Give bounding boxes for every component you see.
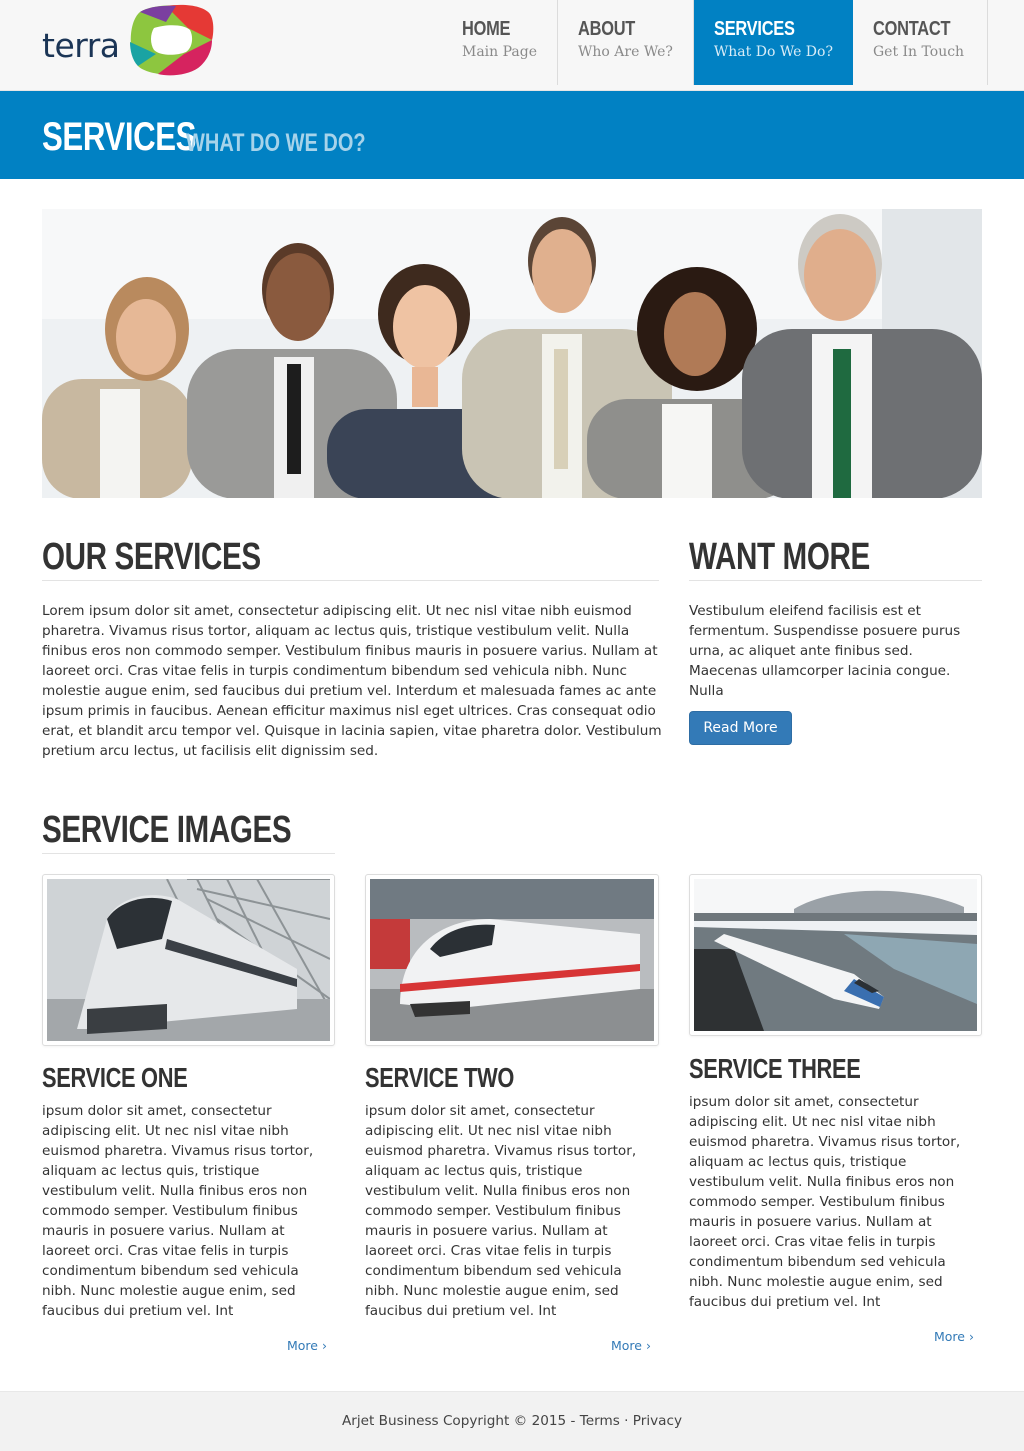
logo-mark-icon xyxy=(130,4,214,76)
nav-item-subtitle: What Do We Do? xyxy=(713,44,833,60)
page-subtitle: WHAT DO WE DO? xyxy=(186,129,366,157)
divider xyxy=(42,580,659,581)
service-three-image[interactable] xyxy=(689,874,982,1036)
nav-item-home[interactable]: Home Main Page xyxy=(442,0,559,85)
brand-name: terra xyxy=(42,26,120,65)
nav-item-title: About xyxy=(578,18,636,40)
service-three-title: SERVICE THREE xyxy=(689,1053,861,1084)
nav-item-subtitle: Who Are We? xyxy=(578,44,673,60)
nav-item-title: Contact xyxy=(872,18,951,40)
divider xyxy=(42,853,335,854)
service-two-more-link[interactable]: More › xyxy=(611,1338,651,1353)
footer-terms-link[interactable]: Terms xyxy=(580,1413,620,1429)
service-images-heading: SERVICE IMAGES xyxy=(42,809,292,851)
service-three-more-link[interactable]: More › xyxy=(934,1329,974,1344)
service-one-title: SERVICE ONE xyxy=(42,1062,188,1093)
team-photo-illustration xyxy=(42,209,982,498)
want-more-heading: WANT MORE xyxy=(689,536,870,578)
page-title-bar: SERVICES WHAT DO WE DO? xyxy=(0,91,1024,179)
brand-logo[interactable]: terra xyxy=(42,4,217,78)
footer-separator: · xyxy=(619,1413,633,1429)
site-header: terra Home Main Page About Who Are We? S… xyxy=(0,0,1024,91)
nav-item-title: Home xyxy=(462,18,511,40)
footer-privacy-link[interactable]: Privacy xyxy=(633,1413,682,1429)
read-more-button[interactable]: Read More xyxy=(689,711,792,745)
nav-item-title: Services xyxy=(713,18,795,40)
nav-item-subtitle: Get In Touch xyxy=(872,44,965,60)
footer-copyright: Arjet Business Copyright © 2015 xyxy=(342,1413,567,1429)
maglev-train-illustration xyxy=(694,879,977,1031)
service-two-text: ipsum dolor sit amet, consectetur adipis… xyxy=(365,1103,637,1319)
hero-team-image xyxy=(42,209,982,498)
service-two-image[interactable] xyxy=(365,874,659,1046)
site-footer: Arjet Business Copyright © 2015 - Terms … xyxy=(0,1391,1024,1451)
service-one-text: ipsum dolor sit amet, consectetur adipis… xyxy=(42,1103,314,1319)
ice-train-illustration xyxy=(370,879,654,1041)
service-one-image[interactable] xyxy=(42,874,335,1046)
train-tunnel-illustration xyxy=(47,879,330,1041)
main-nav: Home Main Page About Who Are We? Service… xyxy=(442,0,989,85)
want-more-text: Vestibulum eleifend facilisis est et fer… xyxy=(689,603,961,699)
divider xyxy=(689,580,982,581)
footer-separator: - xyxy=(566,1413,580,1429)
page-title: SERVICES xyxy=(42,115,197,159)
nav-item-about[interactable]: About Who Are We? xyxy=(558,0,694,85)
our-services-heading: OUR SERVICES xyxy=(42,536,261,578)
service-three-text: ipsum dolor sit amet, consectetur adipis… xyxy=(689,1094,961,1310)
our-services-text: Lorem ipsum dolor sit amet, consectetur … xyxy=(42,603,662,759)
footer-text: Arjet Business Copyright © 2015 - Terms … xyxy=(0,1413,1024,1429)
nav-item-subtitle: Main Page xyxy=(462,44,538,60)
service-two-title: SERVICE TWO xyxy=(365,1062,515,1093)
nav-item-contact[interactable]: Contact Get In Touch xyxy=(853,0,989,85)
service-one-more-link[interactable]: More › xyxy=(287,1338,327,1353)
nav-item-services[interactable]: Services What Do We Do? xyxy=(693,0,853,85)
